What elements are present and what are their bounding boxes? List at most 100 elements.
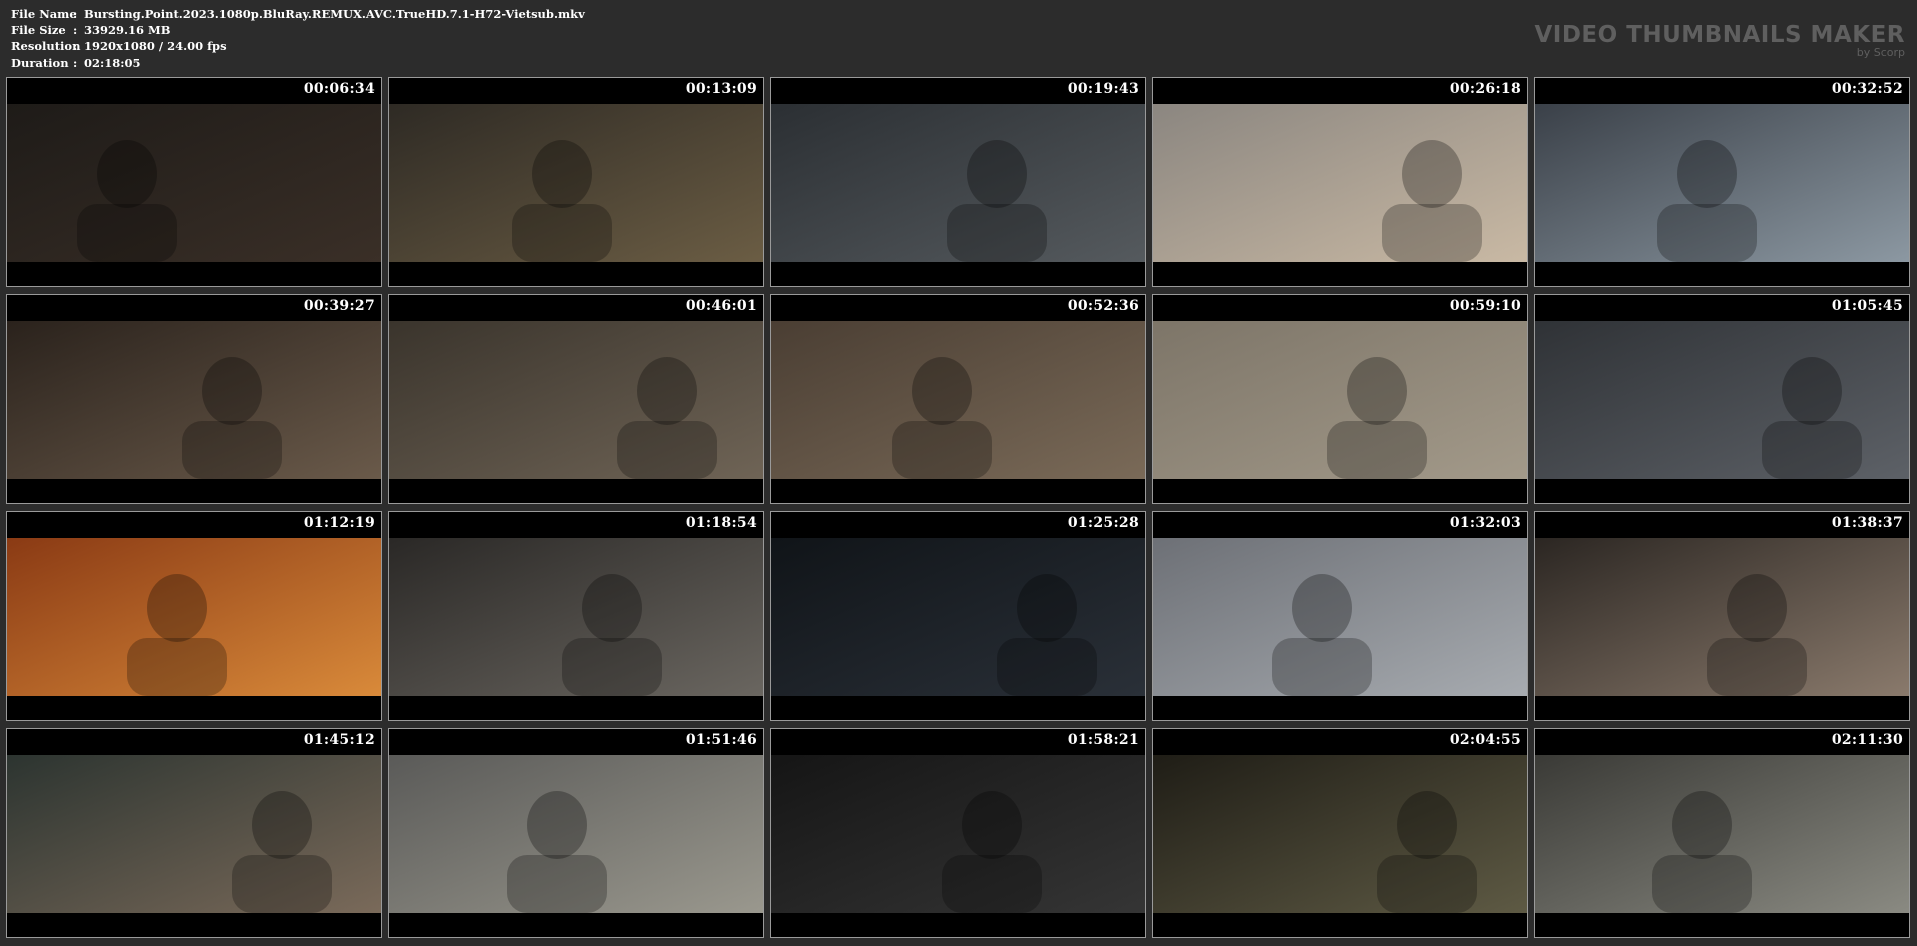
thumbnail-image	[1153, 321, 1527, 479]
file-info-value: 02:18:05	[84, 55, 141, 70]
thumbnail-image	[389, 755, 763, 913]
file-info-row: Resolution:1920x1080 / 24.00 fps	[11, 38, 585, 54]
file-info-value: Bursting.Point.2023.1080p.BluRay.REMUX.A…	[84, 7, 585, 21]
brand-title: VIDEO THUMBNAILS MAKER	[1534, 22, 1905, 48]
thumbnail-two-men-restaurant[interactable]: 00:39:27	[6, 294, 382, 504]
thumbnail-cave-lake[interactable]: 02:04:55	[1152, 728, 1528, 938]
thumbnail-frame	[7, 104, 381, 262]
thumbnail-image	[1535, 538, 1909, 696]
thumbnail-timestamp: 00:32:52	[1831, 81, 1903, 97]
thumbnail-timestamp: 01:38:37	[1831, 515, 1903, 531]
thumbnail-image	[771, 538, 1145, 696]
file-info-value: 33929.16 MB	[84, 23, 171, 38]
thumbnail-frame	[1535, 321, 1909, 479]
thumbnail-timestamp: 01:12:19	[303, 515, 375, 531]
thumbnail-woman-and-tattooed-man[interactable]: 00:26:18	[1152, 77, 1528, 287]
thumbnail-frame	[7, 321, 381, 479]
thumbnail-timestamp: 00:39:27	[303, 298, 375, 314]
file-info-row: Duration:02:18:05	[11, 55, 585, 71]
thumbnail-image	[771, 104, 1145, 262]
thumbnail-image	[7, 538, 381, 696]
thumbnail-image	[1153, 538, 1527, 696]
thumbnail-man-near-fire[interactable]: 01:12:19	[6, 511, 382, 721]
thumbnail-market-stall[interactable]: 01:45:12	[6, 728, 382, 938]
brand-subtitle: by Scorp	[1856, 46, 1905, 59]
thumbnail-frame	[1535, 538, 1909, 696]
thumbnail-car-seat-closeup[interactable]: 01:18:54	[388, 511, 764, 721]
thumbnail-man-on-phone-city-night[interactable]: 01:25:28	[770, 511, 1146, 721]
thumbnail-image	[1153, 755, 1527, 913]
thumbnail-men-walking-street[interactable]: 01:51:46	[388, 728, 764, 938]
thumbnail-frame	[1153, 538, 1527, 696]
thumbnail-image	[771, 755, 1145, 913]
thumbnail-bloodied-man-closeup[interactable]: 01:38:37	[1534, 511, 1910, 721]
thumbnail-timestamp: 00:26:18	[1449, 81, 1521, 97]
file-info: File Name: Bursting.Point.2023.1080p.BluR…	[11, 6, 585, 71]
brand-logo: VIDEO THUMBNAILS MAKER by Scorp	[1534, 22, 1905, 59]
thumbnail-two-men-office[interactable]: 00:13:09	[388, 77, 764, 287]
thumbnail-men-in-hallway[interactable]: 01:05:45	[1534, 294, 1910, 504]
file-info-separator: :	[73, 55, 78, 70]
thumbnail-image	[7, 321, 381, 479]
thumbnail-frame	[1535, 104, 1909, 262]
file-info-label: Duration	[11, 55, 69, 70]
thumbnail-frame	[1153, 321, 1527, 479]
thumbnail-frame	[1535, 755, 1909, 913]
thumbnail-frame	[771, 321, 1145, 479]
thumbnail-frame	[771, 104, 1145, 262]
thumbnail-frame	[1153, 104, 1527, 262]
thumbnail-timestamp: 00:06:34	[303, 81, 375, 97]
thumbnail-grid: 00:06:34 00:13:09 00:19:43 00:26:18 00:32:52…	[6, 77, 1910, 938]
thumbnail-truck-container-yard[interactable]: 00:19:43	[770, 77, 1146, 287]
thumbnail-timestamp: 02:04:55	[1449, 732, 1521, 748]
file-info-separator: :	[73, 39, 78, 54]
thumbnail-timestamp: 01:32:03	[1449, 515, 1521, 531]
file-info-row: File Size:33929.16 MB	[11, 22, 585, 38]
thumbnail-image	[7, 104, 381, 262]
thumbnail-frame	[1153, 755, 1527, 913]
thumbnail-frame	[7, 538, 381, 696]
file-info-label: File Size	[11, 23, 66, 38]
thumbnail-man-running-street[interactable]: 01:32:03	[1152, 511, 1528, 721]
thumbnail-timestamp: 01:18:54	[685, 515, 757, 531]
thumbnail-timestamp: 00:13:09	[685, 81, 757, 97]
thumbnail-police-officer-vehicle[interactable]: 00:32:52	[1534, 77, 1910, 287]
thumbnail-timestamp: 01:45:12	[303, 732, 375, 748]
thumbnail-timestamp: 01:05:45	[1831, 298, 1903, 314]
thumbnail-timestamp: 00:46:01	[685, 298, 757, 314]
file-info-value: 1920x1080 / 24.00 fps	[84, 39, 227, 54]
thumbnail-image	[1535, 104, 1909, 262]
header: File Name: Bursting.Point.2023.1080p.BluR…	[0, 0, 1917, 76]
thumbnail-motorcycle-riders[interactable]: 00:52:36	[770, 294, 1146, 504]
thumbnail-image	[1535, 755, 1909, 913]
thumbnail-image	[7, 755, 381, 913]
thumbnail-frame	[389, 538, 763, 696]
file-info-label: Resolution	[11, 39, 81, 54]
thumbnail-woman-in-car[interactable]: 00:46:01	[388, 294, 764, 504]
thumbnail-image	[389, 538, 763, 696]
thumbnail-man-under-structure[interactable]: 01:58:21	[770, 728, 1146, 938]
file-info-separator: :	[73, 23, 78, 38]
thumbnail-frame	[389, 755, 763, 913]
thumbnail-timestamp: 00:52:36	[1067, 298, 1139, 314]
thumbnail-frame	[389, 104, 763, 262]
file-info-label: File Name	[11, 7, 77, 21]
thumbnail-bloodied-man-wall[interactable]: 02:11:30	[1534, 728, 1910, 938]
thumbnail-frame	[771, 538, 1145, 696]
thumbnail-image	[1535, 321, 1909, 479]
thumbnail-timestamp: 02:11:30	[1831, 732, 1903, 748]
thumbnail-image	[1153, 104, 1527, 262]
thumbnail-timestamp: 00:59:10	[1449, 298, 1521, 314]
thumbnail-image	[389, 321, 763, 479]
thumbnail-man-in-car-night[interactable]: 00:06:34	[6, 77, 382, 287]
thumbnail-frame	[771, 755, 1145, 913]
thumbnail-timestamp: 01:25:28	[1067, 515, 1139, 531]
thumbnail-timestamp: 01:58:21	[1067, 732, 1139, 748]
file-info-row: File Name: Bursting.Point.2023.1080p.BluR…	[11, 6, 585, 22]
thumbnail-frame	[389, 321, 763, 479]
thumbnail-man-lying-on-ground[interactable]: 00:59:10	[1152, 294, 1528, 504]
thumbnail-timestamp: 01:51:46	[685, 732, 757, 748]
file-info-separator: :	[73, 7, 78, 21]
thumbnail-frame	[7, 755, 381, 913]
thumbnail-image	[389, 104, 763, 262]
